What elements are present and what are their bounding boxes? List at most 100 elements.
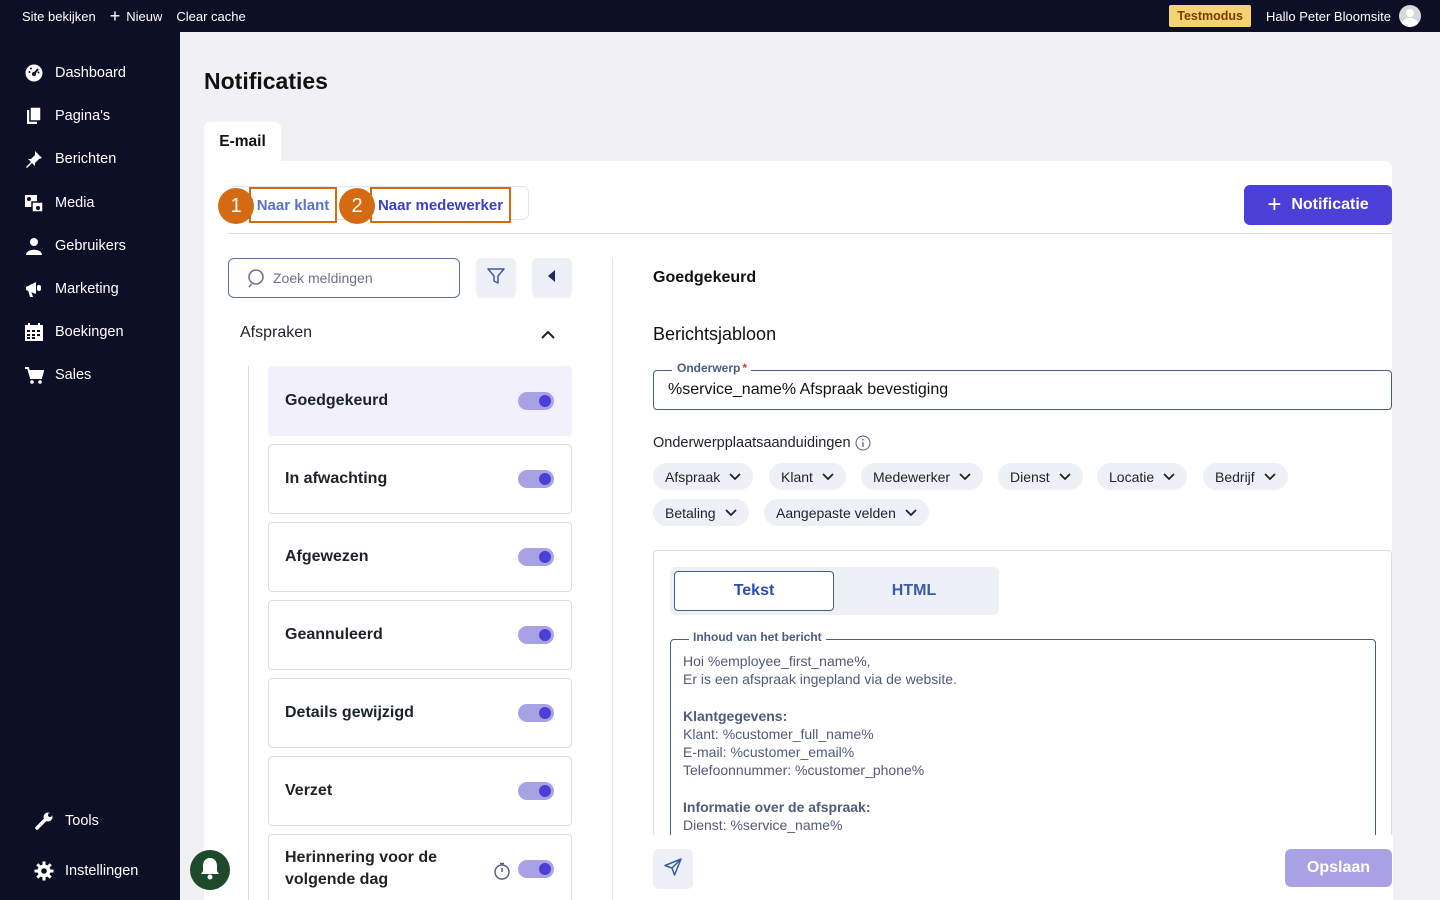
info-icon[interactable] <box>855 435 871 451</box>
sidebar: Dashboard Pagina's Berichten Media Gebru… <box>0 32 180 900</box>
enabled-toggle[interactable] <box>518 626 554 644</box>
notification-bell-button[interactable] <box>190 850 230 890</box>
plus-icon: + <box>109 6 121 26</box>
filter-icon <box>486 266 506 291</box>
message-line: Hoi %employee_first_name%, <box>683 653 871 669</box>
tab-to-employee[interactable]: Naar medewerker <box>370 187 511 223</box>
tab-email[interactable]: E-mail <box>204 122 281 162</box>
filter-button[interactable] <box>476 258 516 298</box>
notification-item[interactable]: Goedgekeurd <box>268 366 572 436</box>
group-title-appointments[interactable]: Afspraken <box>240 324 312 342</box>
divider <box>228 233 1392 234</box>
collapse-panel-button[interactable] <box>532 258 572 298</box>
notification-item[interactable]: Details gewijzigd <box>268 678 572 748</box>
message-line: Klantgegevens: <box>683 708 788 724</box>
notification-item[interactable]: In afwachting <box>268 444 572 514</box>
notification-item[interactable]: Afgewezen <box>268 522 572 592</box>
sidebar-item-posts[interactable]: Berichten <box>0 139 180 179</box>
chevron-up-icon[interactable] <box>540 327 556 348</box>
message-editor: Tekst HTML Hoi %employee_first_name%, Er… <box>653 550 1392 849</box>
column-separator <box>612 258 613 900</box>
notification-item[interactable]: Verzet <box>268 756 572 826</box>
cart-icon <box>24 365 44 385</box>
sidebar-item-tools[interactable]: Tools <box>0 801 180 841</box>
enabled-toggle[interactable] <box>518 548 554 566</box>
enabled-toggle[interactable] <box>518 470 554 488</box>
wrench-icon <box>34 811 54 831</box>
subject-input[interactable]: %service_name% Afspraak bevestiging <box>653 370 1392 410</box>
sidebar-item-dashboard[interactable]: Dashboard <box>0 53 180 93</box>
tab-html[interactable]: HTML <box>834 571 994 611</box>
megaphone-icon <box>24 279 44 299</box>
chevron-down-icon <box>729 472 741 481</box>
enabled-toggle[interactable] <box>518 782 554 800</box>
page-title: Notificaties <box>204 68 328 94</box>
message-line: Informatie over de afspraak: <box>683 799 871 815</box>
pin-icon <box>24 149 44 169</box>
message-textarea[interactable]: Hoi %employee_first_name%, Er is een afs… <box>670 639 1376 849</box>
tab-text[interactable]: Tekst <box>674 571 834 611</box>
user-greeting[interactable]: Hallo Peter Bloomsite <box>1266 9 1391 24</box>
sidebar-item-users[interactable]: Gebruikers <box>0 226 180 266</box>
sidebar-item-marketing[interactable]: Marketing <box>0 269 180 309</box>
tab-to-customer[interactable]: Naar klant <box>249 187 337 223</box>
message-line: Telefoonnummer: %customer_phone% <box>683 762 925 778</box>
message-line: E-mail: %customer_email% <box>683 744 855 760</box>
group-indent-line <box>248 366 249 900</box>
chevron-down-icon <box>905 508 917 517</box>
chevron-down-icon <box>724 508 737 517</box>
pages-icon <box>24 106 44 126</box>
new-menu[interactable]: + Nieuw <box>103 0 170 32</box>
chevron-down-icon <box>959 472 971 481</box>
view-site-link[interactable]: Site bekijken <box>0 0 103 32</box>
chevron-down-icon <box>1163 472 1175 481</box>
search-icon <box>247 268 267 288</box>
notification-item[interactable]: Herinnering voor de volgende dag <box>268 834 572 900</box>
save-button[interactable]: Opslaan <box>1285 849 1392 887</box>
chevron-down-icon <box>1264 472 1276 481</box>
placeholder-chip-service[interactable]: Dienst <box>998 463 1083 490</box>
sidebar-item-pages[interactable]: Pagina's <box>0 96 180 136</box>
enabled-toggle[interactable] <box>518 392 554 410</box>
chevron-down-icon <box>1059 472 1071 481</box>
placeholder-chip-payment[interactable]: Betaling <box>653 499 749 526</box>
message-line: Er is een afspraak ingepland via de webs… <box>683 671 957 687</box>
step-marker-2: 2 <box>339 188 375 224</box>
media-icon <box>24 193 44 213</box>
timer-icon <box>493 862 511 885</box>
message-line: Klant: %customer_full_name% <box>683 726 874 742</box>
search-input[interactable]: Zoek meldingen <box>228 258 460 298</box>
editor-footer <box>653 835 1393 900</box>
sidebar-item-settings[interactable]: Instellingen <box>0 851 180 891</box>
add-notification-button[interactable]: + Notificatie <box>1244 185 1392 225</box>
bell-icon <box>199 856 221 885</box>
placeholder-chip-company[interactable]: Bedrijf <box>1203 463 1288 490</box>
template-section-title: Berichtsjabloon <box>653 324 777 344</box>
sidebar-item-media[interactable]: Media <box>0 183 180 223</box>
user-icon <box>24 236 44 256</box>
format-tabs: Tekst HTML <box>670 567 999 615</box>
sidebar-item-sales[interactable]: Sales <box>0 355 180 395</box>
placeholder-chip-appointment[interactable]: Afspraak <box>653 463 754 490</box>
gear-icon <box>34 861 54 881</box>
enabled-toggle[interactable] <box>518 704 554 722</box>
enabled-toggle[interactable] <box>518 860 554 878</box>
subject-label: Onderwerp * <box>672 361 752 375</box>
main-content: Notificaties E-mail Naar klant Naar mede… <box>180 32 1440 900</box>
calendar-icon <box>24 322 44 342</box>
send-test-button[interactable] <box>653 849 693 889</box>
avatar[interactable] <box>1399 5 1421 27</box>
placeholder-chip-location[interactable]: Locatie <box>1097 463 1188 490</box>
placeholder-chip-employee[interactable]: Medewerker <box>861 463 984 490</box>
test-mode-badge[interactable]: Testmodus <box>1169 5 1251 27</box>
notifications-card: Naar klant Naar medewerker 1 2 + Notific… <box>204 161 1393 900</box>
message-line: Dienst: %service_name% <box>683 817 843 833</box>
clear-cache-link[interactable]: Clear cache <box>169 0 252 32</box>
notification-item[interactable]: Geannuleerd <box>268 600 572 670</box>
plus-icon: + <box>1267 191 1282 218</box>
placeholder-chip-customer[interactable]: Klant <box>769 463 846 490</box>
chevron-down-icon <box>822 472 834 481</box>
sidebar-item-bookings[interactable]: Boekingen <box>0 312 180 352</box>
send-icon <box>663 857 683 882</box>
placeholder-chip-custom-fields[interactable]: Aangepaste velden <box>764 499 929 526</box>
